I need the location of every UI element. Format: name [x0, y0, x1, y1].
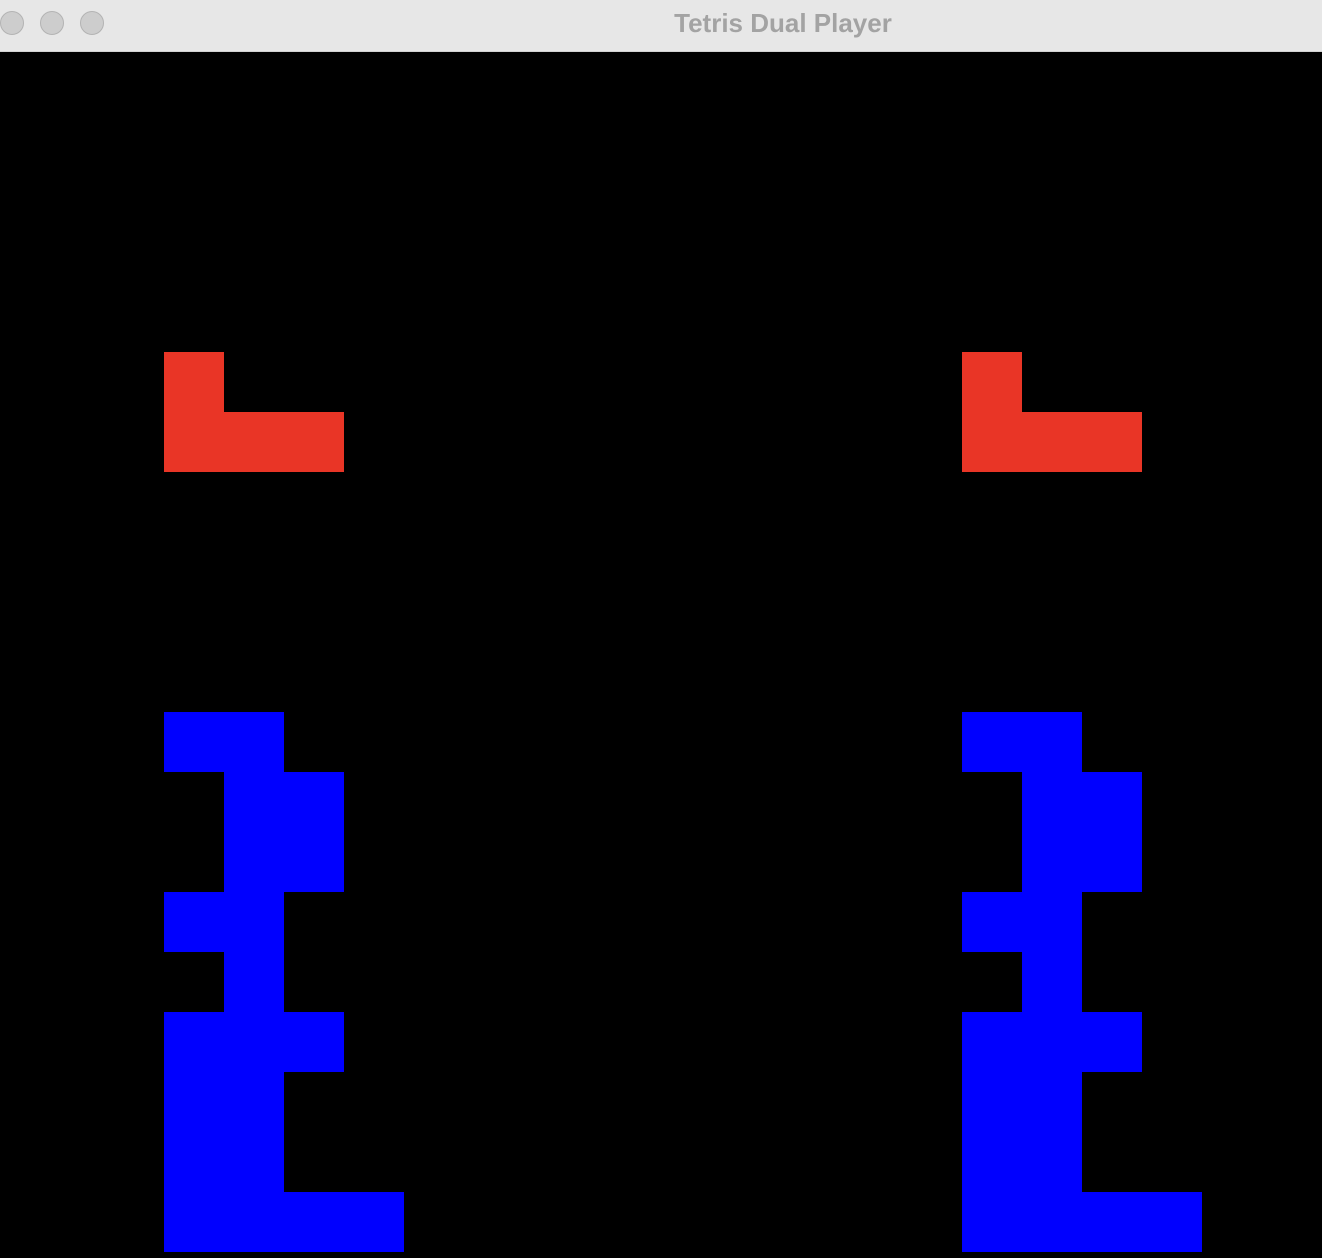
stack-cell: [224, 1012, 284, 1072]
stack-cell: [1022, 1132, 1082, 1192]
falling-piece-cell: [962, 352, 1022, 412]
stack-cell: [1082, 1192, 1142, 1252]
stack-cell: [164, 1072, 224, 1132]
stack-cell: [962, 1132, 1022, 1192]
stack-cell: [1022, 712, 1082, 772]
window-title: Tetris Dual Player: [674, 8, 892, 38]
falling-piece-cell: [962, 412, 1022, 472]
stack-cell: [284, 1192, 344, 1252]
stack-cell: [1142, 1192, 1202, 1252]
stack-cell: [962, 892, 1022, 952]
stack-cell: [962, 1012, 1022, 1072]
stack-cell: [962, 712, 1022, 772]
stack-cell: [164, 1132, 224, 1192]
app-window: Tetris Dual Player: [0, 0, 1322, 1258]
stack-cell: [164, 892, 224, 952]
stack-cell: [284, 1012, 344, 1072]
stack-cell: [1022, 1072, 1082, 1132]
close-window-button[interactable]: [0, 11, 24, 35]
stack-cell: [224, 1132, 284, 1192]
stack-cell: [224, 832, 284, 892]
falling-piece-cell: [1022, 412, 1082, 472]
stack-cell: [224, 1072, 284, 1132]
game-area[interactable]: [0, 52, 1322, 1258]
minimize-window-button[interactable]: [40, 11, 64, 35]
stack-cell: [1082, 832, 1142, 892]
stack-cell: [284, 772, 344, 832]
stack-cell: [1022, 1192, 1082, 1252]
falling-piece-cell: [164, 352, 224, 412]
stack-cell: [224, 952, 284, 1012]
stack-cell: [224, 712, 284, 772]
stack-cell: [1022, 1012, 1082, 1072]
stack-cell: [1022, 832, 1082, 892]
stack-cell: [164, 1192, 224, 1252]
stack-cell: [224, 1192, 284, 1252]
stack-cell: [1082, 772, 1142, 832]
title-bar[interactable]: Tetris Dual Player: [0, 0, 1322, 52]
falling-piece-cell: [284, 412, 344, 472]
falling-piece-cell: [1082, 412, 1142, 472]
stack-cell: [962, 1072, 1022, 1132]
stack-cell: [164, 712, 224, 772]
stack-cell: [1022, 952, 1082, 1012]
stack-cell: [962, 1192, 1022, 1252]
stack-cell: [224, 772, 284, 832]
falling-piece-cell: [224, 412, 284, 472]
stack-cell: [224, 892, 284, 952]
stack-cell: [284, 832, 344, 892]
stack-cell: [1022, 892, 1082, 952]
stack-cell: [164, 1012, 224, 1072]
player-2-board[interactable]: [962, 52, 1322, 1258]
stack-cell: [1082, 1012, 1142, 1072]
falling-piece-cell: [164, 412, 224, 472]
maximize-window-button[interactable]: [80, 11, 104, 35]
player-1-board[interactable]: [164, 52, 764, 1258]
stack-cell: [344, 1192, 404, 1252]
stack-cell: [1022, 772, 1082, 832]
